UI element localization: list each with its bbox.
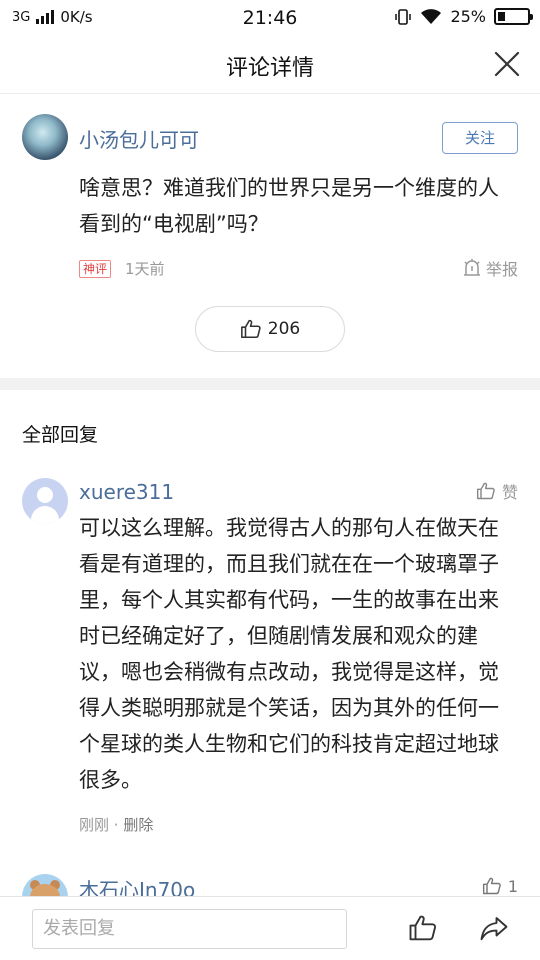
status-bar: 3G 0K/s 21:46 25%: [0, 0, 540, 36]
close-button[interactable]: [494, 51, 520, 77]
thumbs-up-icon: [409, 915, 437, 941]
avatar[interactable]: [22, 114, 68, 160]
reply-like-label: 赞: [501, 483, 518, 502]
report-label: 举报: [485, 260, 518, 279]
battery-percent: 25%: [450, 7, 486, 26]
avatar[interactable]: [22, 478, 68, 524]
delete-button[interactable]: 删除: [123, 816, 153, 834]
reply-like-button[interactable]: 1: [482, 876, 518, 896]
reply-time: 刚刚: [79, 816, 110, 834]
like-count: 206: [267, 319, 301, 339]
comment-author[interactable]: 小汤包儿可可: [79, 124, 199, 153]
comment-text: 啥意思？难道我们的世界只是另一个维度的人看到的“电视剧”吗？: [79, 176, 499, 236]
reply-author[interactable]: xuere311: [79, 480, 174, 504]
thumbs-up-icon: [240, 319, 261, 339]
like-button[interactable]: 206: [195, 306, 345, 352]
comment-time: 1天前: [125, 260, 165, 278]
main-comment: 小汤包儿可可 关注 啥意思？难道我们的世界只是另一个维度的人看到的“电视剧”吗？…: [0, 94, 540, 378]
close-icon: [494, 51, 520, 77]
battery-icon: [494, 8, 533, 25]
reply-like-count: 1: [507, 876, 518, 896]
reply-text: 可以这么理解。我觉得古人的那句人在做天在看是有道理的，而且我们就在在一个玻璃罩子…: [79, 516, 499, 792]
vibrate-icon: [394, 8, 412, 26]
reply-meta: 刚刚 · 删除: [79, 814, 153, 835]
comment-meta: 神评 1天前: [79, 258, 165, 279]
bottom-like-button[interactable]: [408, 913, 438, 943]
report-button[interactable]: 举报: [462, 256, 518, 280]
thumbs-up-icon: [476, 482, 495, 500]
meta-separator: ·: [113, 816, 119, 834]
wifi-icon: [420, 8, 442, 26]
bottom-bar: 发表回复: [0, 896, 540, 960]
share-button[interactable]: [479, 913, 509, 943]
top-comment-badge: 神评: [79, 259, 112, 278]
report-icon: [463, 259, 480, 276]
share-icon: [480, 917, 508, 941]
reply-like-button[interactable]: 赞: [476, 479, 518, 503]
page-title: 评论详情: [225, 56, 314, 81]
follow-button[interactable]: 关注: [442, 122, 518, 154]
section-divider: [0, 378, 540, 390]
replies-section-title: 全部回复: [22, 424, 99, 446]
thumbs-up-icon: [482, 877, 501, 895]
page-header: 评论详情: [0, 36, 540, 94]
reply-input[interactable]: 发表回复: [32, 909, 347, 949]
